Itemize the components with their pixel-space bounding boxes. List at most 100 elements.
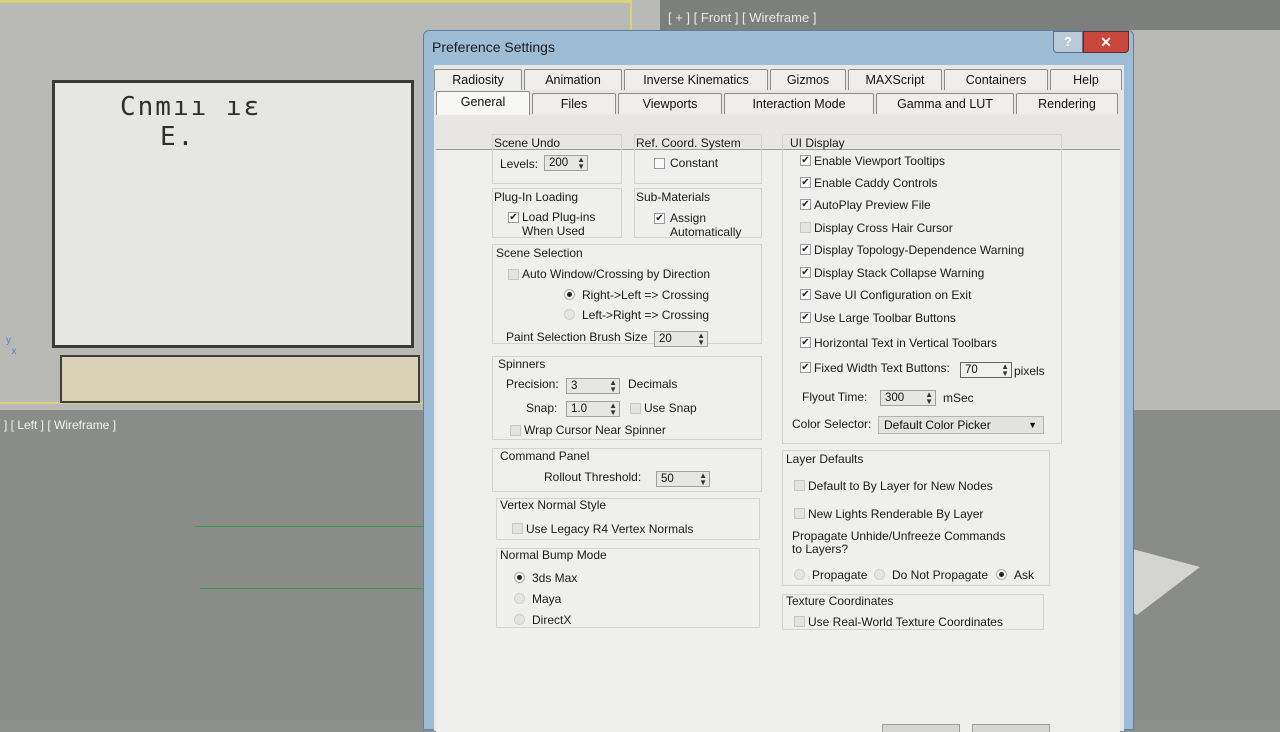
large-toolbar-buttons-checkbox[interactable]: ✔ [800, 312, 811, 323]
bump-3dsmax-radio[interactable] [514, 572, 525, 583]
assign-automatically-checkbox[interactable]: ✔ [654, 213, 665, 224]
fixed-width-spinner[interactable]: 70 ▲ ▼ [960, 362, 1012, 378]
tab-gizmos[interactable]: Gizmos [770, 69, 846, 90]
rollout-threshold-spinner[interactable]: 50 ▲ ▼ [656, 471, 710, 487]
help-button[interactable]: ? [1053, 31, 1083, 53]
plugin-loading-title: Plug-In Loading [494, 190, 579, 204]
do-not-propagate-radio[interactable] [874, 569, 885, 580]
tab-general[interactable]: General [436, 91, 530, 115]
cancel-button[interactable] [972, 724, 1050, 732]
spinner-arrows-icon[interactable]: ▲ ▼ [1001, 363, 1009, 378]
autoplay-preview-label: AutoPlay Preview File [814, 198, 931, 212]
scene-undo-title: Scene Undo [494, 136, 561, 150]
bump-3dsmax-label: 3ds Max [532, 571, 578, 585]
tab-containers[interactable]: Containers [944, 69, 1048, 90]
ui-display-title: UI Display [790, 136, 845, 150]
vertex-normal-title: Vertex Normal Style [500, 498, 607, 512]
spinner-arrows-icon[interactable]: ▲ ▼ [699, 472, 707, 487]
propagate-question-label: Propagate Unhide/Unfreeze Commands to Lay… [792, 529, 1006, 556]
horizontal-text-label: Horizontal Text in Vertical Toolbars [814, 336, 997, 350]
tab-gamma-and-lut[interactable]: Gamma and LUT [876, 93, 1014, 114]
color-selector-dropdown[interactable]: Default Color Picker ▼ [878, 416, 1044, 434]
dialog-titlebar[interactable]: Preference Settings ? ✕ [424, 31, 1133, 63]
grid-line [200, 588, 435, 589]
scene-selection-title: Scene Selection [496, 246, 583, 260]
msec-label: mSec [943, 391, 974, 405]
fixed-width-text-checkbox[interactable]: ✔ [800, 362, 811, 373]
fixed-width-value: 70 [965, 364, 978, 376]
fixed-width-text-label: Fixed Width Text Buttons: [814, 361, 950, 375]
tab-inverse-kinematics[interactable]: Inverse Kinematics [624, 69, 768, 90]
tab-files[interactable]: Files [532, 93, 616, 114]
stack-collapse-warning-label: Display Stack Collapse Warning [814, 266, 985, 280]
flyout-time-spinner[interactable]: 300 ▲ ▼ [880, 390, 936, 406]
snap-spinner[interactable]: 1.0 ▲ ▼ [566, 401, 620, 417]
use-snap-checkbox[interactable] [630, 403, 641, 414]
spinner-arrows-icon[interactable]: ▲ ▼ [609, 379, 617, 394]
precision-spinner[interactable]: 3 ▲ ▼ [566, 378, 620, 394]
left-right-crossing-radio[interactable] [564, 309, 575, 320]
real-world-texture-label: Use Real-World Texture Coordinates [808, 615, 1003, 629]
real-world-texture-checkbox[interactable] [794, 616, 805, 627]
stack-collapse-warning-checkbox[interactable]: ✔ [800, 267, 811, 278]
spinner-arrows-icon[interactable]: ▲ ▼ [697, 332, 705, 347]
bump-directx-radio[interactable] [514, 614, 525, 625]
bump-directx-label: DirectX [532, 613, 572, 627]
new-lights-renderable-label: New Lights Renderable By Layer [808, 507, 984, 521]
paint-brush-size-spinner[interactable]: 20 ▲ ▼ [654, 331, 708, 347]
load-plugins-checkbox[interactable]: ✔ [508, 212, 519, 223]
right-left-crossing-radio[interactable] [564, 289, 575, 300]
wrap-cursor-checkbox[interactable] [510, 425, 521, 436]
ok-button[interactable] [882, 724, 960, 732]
cross-hair-cursor-checkbox[interactable] [800, 222, 811, 233]
constant-checkbox[interactable] [654, 158, 665, 169]
decimals-label: Decimals [628, 377, 678, 391]
sub-materials-title: Sub-Materials [636, 190, 711, 204]
dialog-client: Radiosity Animation Inverse Kinematics G… [434, 65, 1124, 732]
levels-label: Levels: [500, 157, 539, 171]
preference-settings-dialog: Preference Settings ? ✕ Radiosity Animat… [423, 30, 1134, 732]
horizontal-text-checkbox[interactable]: ✔ [800, 337, 811, 348]
spinner-arrows-icon[interactable]: ▲ ▼ [925, 391, 933, 406]
close-button[interactable]: ✕ [1083, 31, 1129, 53]
topology-warning-checkbox[interactable]: ✔ [800, 244, 811, 255]
spinner-arrows-icon[interactable]: ▲ ▼ [609, 402, 617, 417]
tab-rendering[interactable]: Rendering [1016, 93, 1118, 114]
default-by-layer-checkbox[interactable] [794, 480, 805, 491]
front-viewport-label[interactable]: [ + ] [ Front ] [ Wireframe ] [668, 10, 816, 25]
snap-value: 1.0 [571, 403, 587, 415]
topology-warning-label: Display Topology-Dependence Warning [814, 243, 1025, 257]
enable-viewport-tooltips-checkbox[interactable]: ✔ [800, 155, 811, 166]
left-right-crossing-label: Left->Right => Crossing [582, 308, 710, 322]
paint-brush-size-value: 20 [659, 333, 672, 345]
ask-radio[interactable] [996, 569, 1007, 580]
tab-animation[interactable]: Animation [524, 69, 622, 90]
paint-brush-size-label: Paint Selection Brush Size [506, 330, 648, 344]
tab-interaction-mode[interactable]: Interaction Mode [724, 93, 874, 114]
save-ui-config-checkbox[interactable]: ✔ [800, 289, 811, 300]
new-lights-renderable-checkbox[interactable] [794, 508, 805, 519]
autoplay-preview-checkbox[interactable]: ✔ [800, 199, 811, 210]
auto-window-checkbox[interactable] [508, 269, 519, 280]
precision-label: Precision: [506, 377, 559, 391]
flyout-time-label: Flyout Time: [802, 390, 868, 404]
tab-maxscript[interactable]: MAXScript [848, 69, 942, 90]
layer-defaults-title: Layer Defaults [786, 452, 864, 466]
levels-spinner[interactable]: 200 ▲ ▼ [544, 155, 588, 171]
enable-caddy-controls-checkbox[interactable]: ✔ [800, 177, 811, 188]
ask-label: Ask [1014, 568, 1035, 582]
wrap-cursor-label: Wrap Cursor Near Spinner [524, 423, 666, 437]
bump-maya-radio[interactable] [514, 593, 525, 604]
tabs-row-top: Radiosity Animation Inverse Kinematics G… [434, 69, 1124, 91]
left-viewport-label[interactable]: ] [ Left ] [ Wireframe ] [4, 418, 116, 432]
legacy-vertex-normals-checkbox[interactable] [512, 523, 523, 534]
precision-value: 3 [571, 380, 578, 392]
tab-help[interactable]: Help [1050, 69, 1122, 90]
spinner-arrows-icon[interactable]: ▲ ▼ [577, 156, 585, 171]
dialog-title: Preference Settings [432, 39, 555, 55]
tab-viewports[interactable]: Viewports [618, 93, 722, 114]
propagate-radio[interactable] [794, 569, 805, 580]
normal-bump-title: Normal Bump Mode [500, 548, 607, 562]
large-toolbar-buttons-label: Use Large Toolbar Buttons [814, 311, 956, 325]
tab-radiosity[interactable]: Radiosity [434, 69, 522, 90]
